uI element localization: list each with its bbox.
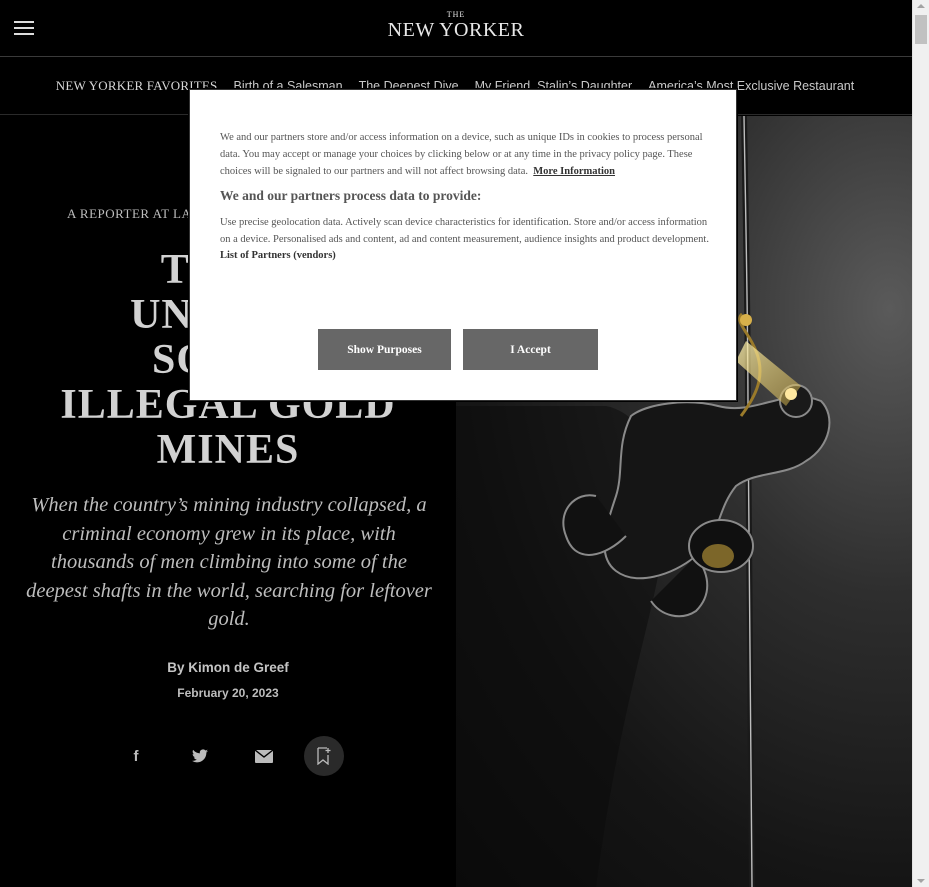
twitter-icon [192,749,208,763]
email-icon [255,749,273,763]
headline-line: MINES [156,427,300,473]
consent-intro-text: We and our partners store and/or access … [220,129,710,180]
vendors-list-link[interactable]: List of Partners (vendors) [220,250,710,261]
email-share-button[interactable] [244,736,284,776]
consent-purposes-heading: We and our partners process data to prov… [220,188,482,203]
facebook-share-button[interactable]: f [116,736,156,776]
scrollbar-thumb[interactable] [915,15,927,44]
cookie-consent-dialog: We and our partners store and/or access … [189,89,737,401]
site-header: THE NEW YORKER [0,0,912,57]
article-date: February 20, 2023 [177,686,279,700]
bookmark-icon [317,747,331,765]
article-dek: When the country’s mining industry colla… [26,494,432,630]
site-logo[interactable]: THE NEW YORKER [0,10,912,41]
logo-wordmark: NEW YORKER [387,19,525,41]
more-information-link[interactable]: More Information [533,166,615,177]
save-article-button[interactable] [304,736,344,776]
article-byline[interactable]: By Kimon de Greef [28,660,428,675]
consent-intro: We and our partners store and/or access … [220,132,703,177]
facebook-icon: f [133,747,139,765]
article-rubric[interactable]: A REPORTER AT LA [67,206,191,222]
twitter-share-button[interactable] [180,736,220,776]
accept-button[interactable]: I Accept [463,329,598,370]
scroll-up-arrow-icon[interactable] [917,4,925,8]
consent-purposes-text: Use precise geolocation data. Actively s… [220,217,709,245]
page-scrollbar[interactable] [912,0,929,887]
show-purposes-button[interactable]: Show Purposes [318,329,451,370]
scroll-down-arrow-icon[interactable] [917,879,925,883]
logo-the: THE [446,10,466,19]
